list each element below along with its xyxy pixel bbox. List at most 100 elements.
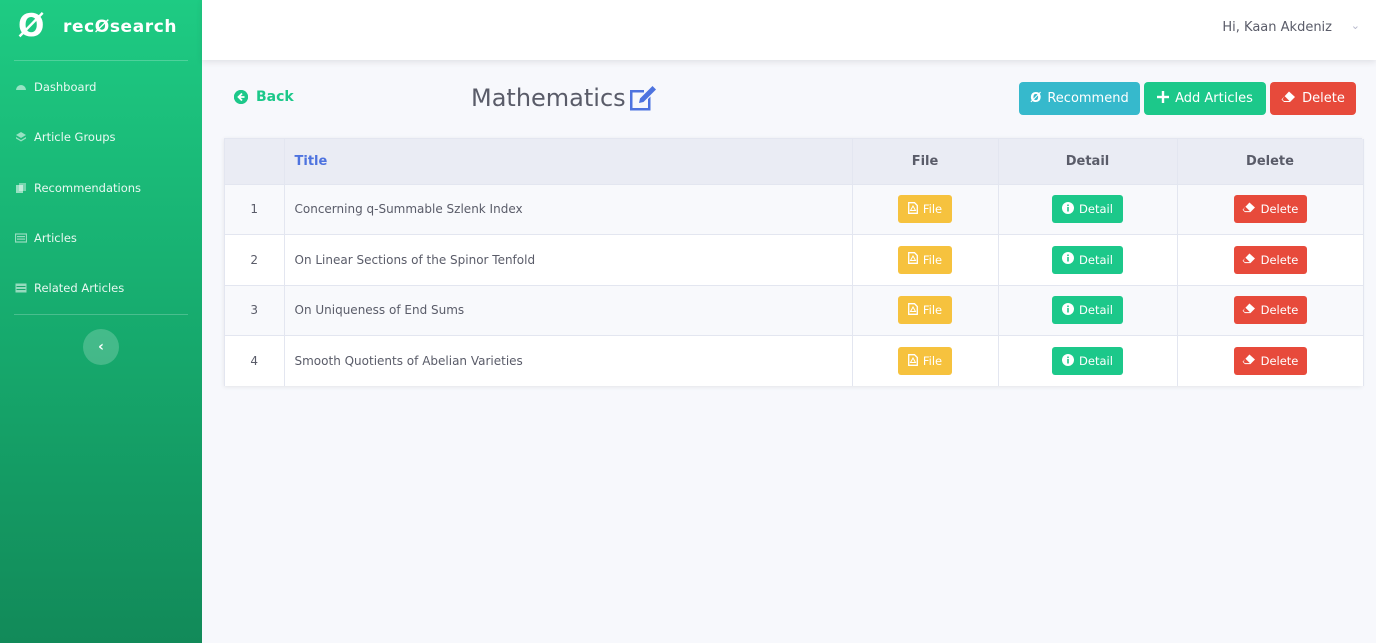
- file-cell: File: [852, 183, 999, 235]
- row-number: 1: [225, 183, 285, 235]
- detail-cell: Detail: [998, 284, 1178, 336]
- sidebar-item-recommendations[interactable]: Recommendations: [0, 168, 202, 208]
- cell-delete-text: Delete: [1260, 354, 1299, 368]
- detail-cell: Detail: [998, 335, 1178, 386]
- delete-cell: Delete: [1177, 284, 1364, 336]
- sidebar-item-articles[interactable]: Articles: [0, 218, 202, 258]
- table-row: 4 Smooth Quotients of Abelian Varieties …: [225, 335, 1364, 386]
- sidebar-item-label: Articles: [34, 231, 77, 245]
- recommend-button[interactable]: Ø Recommend: [1019, 82, 1140, 115]
- detail-button[interactable]: Detail: [1052, 296, 1123, 325]
- cell-num-text: 3: [250, 303, 259, 318]
- file-button[interactable]: File: [898, 195, 952, 224]
- delete-group-label: Delete: [1302, 91, 1345, 106]
- cell-file-text: File: [922, 252, 943, 267]
- row-number: 3: [225, 284, 285, 336]
- file-pdf-icon: [907, 252, 918, 267]
- eraser-icon: [1242, 202, 1256, 216]
- file-button[interactable]: File: [898, 296, 952, 325]
- delete-article-button[interactable]: Delete: [1233, 296, 1307, 325]
- user-greeting[interactable]: Hi, Kaan Akdeniz: [1222, 20, 1332, 35]
- article-title: Concerning q-Summable Szlenk Index: [284, 183, 853, 235]
- recommend-label: Recommend: [1047, 91, 1129, 106]
- cell-delete-text: Delete: [1260, 202, 1299, 217]
- edit-icon[interactable]: [628, 84, 658, 112]
- cell-file-text: File: [922, 354, 943, 368]
- cell-file-text: File: [922, 202, 943, 217]
- brand-logo-icon: Ø: [18, 8, 45, 44]
- cell-detail-text: Detail: [1079, 303, 1113, 318]
- row-number: 4: [225, 335, 285, 386]
- delete-group-button[interactable]: Delete: [1270, 82, 1356, 115]
- file-pdf-icon: [907, 353, 918, 369]
- sidebar-item-label: Dashboard: [34, 80, 97, 94]
- chevron-down-icon[interactable]: ⌄: [1351, 19, 1360, 32]
- sidebar-item-dashboard[interactable]: Dashboard: [0, 67, 202, 107]
- brand[interactable]: Ø recØsearch: [0, 0, 202, 60]
- delete-article-button[interactable]: Delete: [1233, 245, 1307, 274]
- back-link[interactable]: Back: [234, 89, 294, 105]
- plus-icon: [1157, 90, 1170, 107]
- cell-num-text: 2: [250, 252, 259, 267]
- file-cell: File: [852, 284, 999, 336]
- cell-num-text: 1: [250, 202, 259, 217]
- eraser-icon: [1242, 354, 1256, 368]
- detail-cell: Detail: [998, 183, 1178, 235]
- detail-button[interactable]: Detail: [1052, 195, 1123, 224]
- row-number: 2: [225, 234, 285, 285]
- sidebar-divider: [14, 314, 188, 315]
- sidebar-item-article-groups[interactable]: Article Groups: [0, 117, 202, 157]
- cell-detail-text: Detail: [1079, 202, 1113, 217]
- column-header-title[interactable]: Title: [284, 139, 853, 184]
- cell-title-text: Concerning q-Summable Szlenk Index: [294, 202, 523, 217]
- table-icon: [15, 282, 27, 294]
- sidebar-divider: [14, 60, 188, 61]
- chevron-left-icon: ‹: [98, 339, 104, 355]
- sidebar-toggle-button[interactable]: ‹: [83, 329, 119, 365]
- file-cell: File: [852, 335, 999, 386]
- cell-title-text: On Linear Sections of the Spinor Tenfold: [294, 252, 536, 267]
- detail-button[interactable]: Detail: [1052, 347, 1123, 375]
- cell-num-text: 4: [250, 354, 259, 368]
- info-circle-icon: [1062, 201, 1075, 217]
- layers-icon: [15, 131, 27, 143]
- file-cell: File: [852, 234, 999, 285]
- articles-table-card: Title File Detail Delete 1 Concerning q-…: [224, 138, 1364, 386]
- sidebar-item-related-articles[interactable]: Related Articles: [0, 268, 202, 308]
- info-circle-icon: [1062, 302, 1075, 318]
- table-row: 3 On Uniqueness of End Sums File Detail: [225, 284, 1364, 336]
- add-articles-label: Add Articles: [1175, 91, 1253, 106]
- null-set-icon: Ø: [1030, 91, 1042, 106]
- file-pdf-icon: [907, 302, 918, 318]
- column-header-detail: Detail: [998, 139, 1178, 184]
- add-articles-button[interactable]: Add Articles: [1144, 82, 1266, 115]
- column-header-number: [225, 139, 285, 184]
- file-pdf-icon: [907, 201, 918, 217]
- file-button[interactable]: File: [898, 245, 952, 274]
- articles-table: Title File Detail Delete 1 Concerning q-…: [225, 139, 1364, 386]
- list-alt-icon: [14, 232, 28, 244]
- eraser-icon: [1242, 303, 1256, 317]
- article-title: On Uniqueness of End Sums: [284, 284, 853, 336]
- info-circle-icon: [1062, 252, 1075, 267]
- eraser-icon: [1242, 253, 1256, 267]
- brand-name: recØsearch: [63, 17, 178, 37]
- article-title: Smooth Quotients of Abelian Varieties: [284, 335, 853, 386]
- cell-delete-text: Delete: [1260, 252, 1299, 267]
- delete-article-button[interactable]: Delete: [1233, 347, 1307, 375]
- detail-button[interactable]: Detail: [1052, 245, 1123, 274]
- delete-cell: Delete: [1177, 183, 1364, 235]
- delete-article-button[interactable]: Delete: [1233, 195, 1307, 224]
- file-button[interactable]: File: [898, 347, 952, 375]
- sidebar: Ø recØsearch Dashboard Article Groups Re…: [0, 0, 202, 643]
- cell-detail-text: Detail: [1079, 252, 1113, 267]
- cell-file-text: File: [922, 303, 943, 318]
- column-header-file: File: [852, 139, 999, 184]
- info-circle-icon: [1062, 353, 1075, 369]
- sidebar-item-label: Recommendations: [34, 181, 142, 195]
- tachometer-icon: [15, 81, 27, 93]
- back-label: Back: [256, 89, 294, 105]
- topbar: Hi, Kaan Akdeniz ⌄: [202, 0, 1376, 60]
- cell-title-text: Smooth Quotients of Abelian Varieties: [294, 354, 523, 368]
- copy-icon: [15, 182, 27, 194]
